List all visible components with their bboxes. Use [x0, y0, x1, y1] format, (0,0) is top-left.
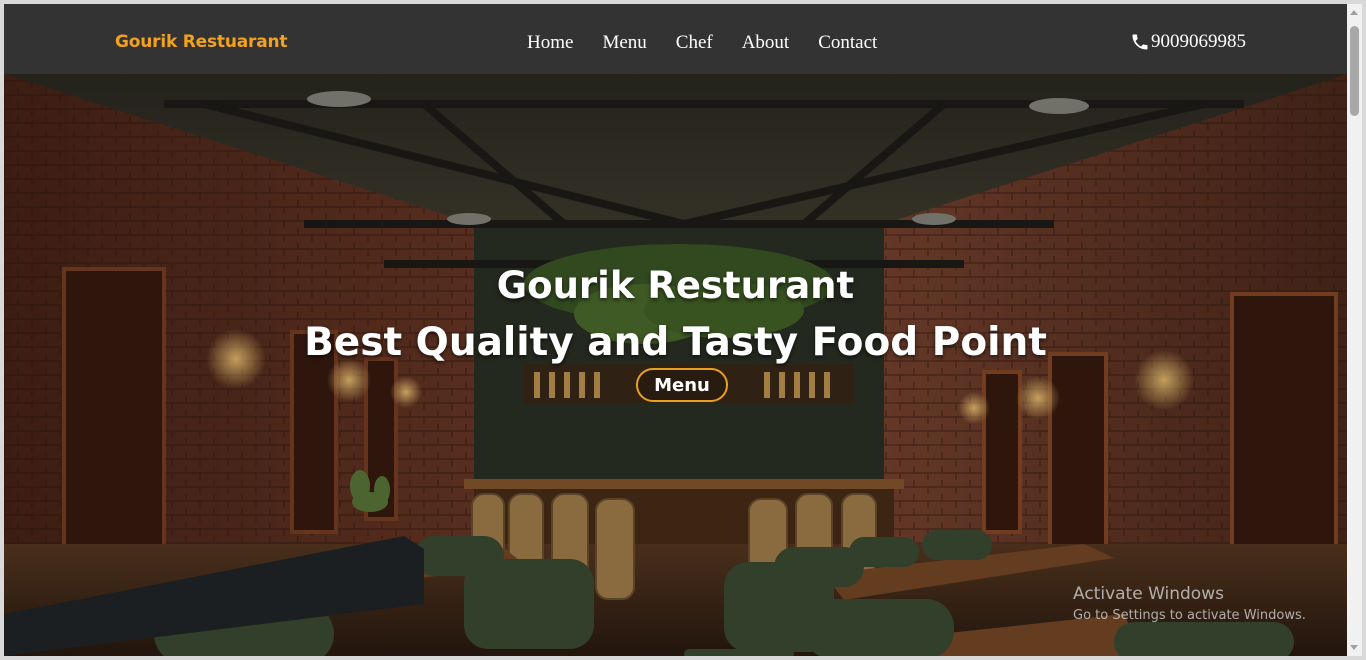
scroll-thumb[interactable]	[1350, 26, 1359, 116]
browser-viewport: Gourik Restuarant Home Menu Chef About C…	[4, 4, 1347, 656]
scroll-up-arrow-icon[interactable]	[1350, 10, 1358, 15]
hero-title: Gourik Resturant	[496, 264, 855, 307]
nav-link-menu[interactable]: Menu	[602, 32, 646, 54]
phone-icon	[1132, 34, 1148, 50]
nav-link-home[interactable]: Home	[527, 32, 573, 54]
hero-subtitle: Best Quality and Tasty Food Point	[304, 320, 1047, 365]
menu-button[interactable]: Menu	[636, 368, 728, 402]
hero-section: Gourik Resturant Best Quality and Tasty …	[4, 74, 1347, 656]
scroll-down-arrow-icon[interactable]	[1350, 645, 1358, 650]
watermark-title: Activate Windows	[1073, 584, 1224, 604]
windows-activation-watermark: Activate Windows Go to Settings to activ…	[1073, 584, 1306, 623]
phone-contact[interactable]: 9009069985	[1130, 31, 1246, 53]
nav-link-about[interactable]: About	[742, 32, 790, 54]
nav-link-contact[interactable]: Contact	[818, 32, 877, 54]
navbar: Gourik Restuarant Home Menu Chef About C…	[4, 4, 1347, 74]
brand-logo[interactable]: Gourik Restuarant	[115, 32, 287, 52]
phone-number: 9009069985	[1151, 31, 1246, 52]
hero-background-image	[4, 74, 1347, 656]
nav-links: Home Menu Chef About Contact	[527, 32, 906, 54]
vertical-scrollbar[interactable]	[1347, 4, 1362, 656]
watermark-subtitle: Go to Settings to activate Windows.	[1073, 608, 1306, 623]
nav-link-chef[interactable]: Chef	[676, 32, 713, 54]
